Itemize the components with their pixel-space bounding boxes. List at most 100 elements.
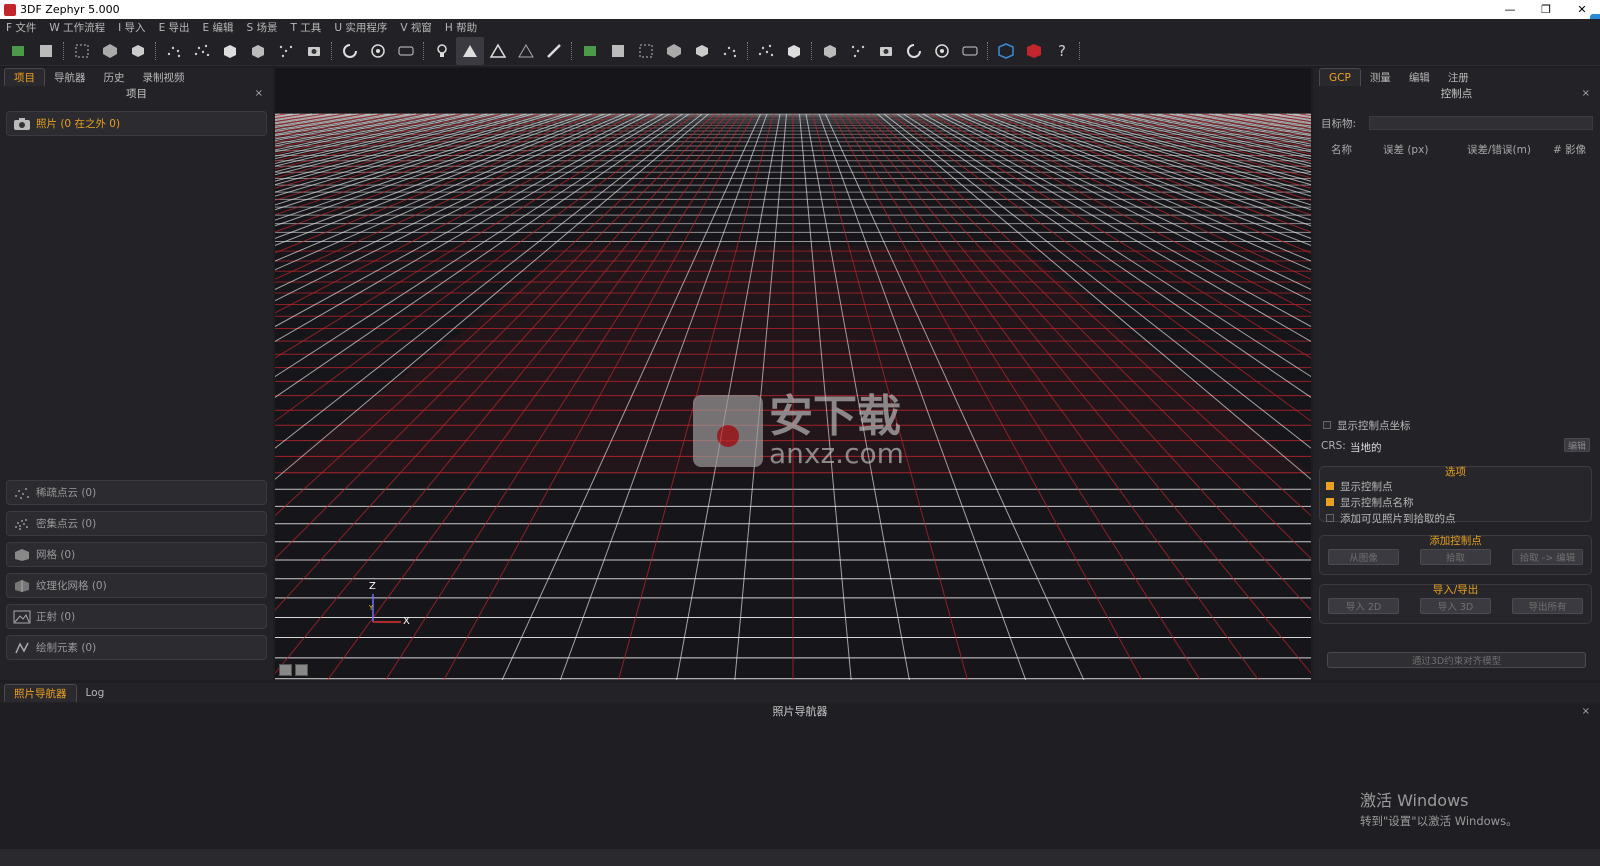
tab-project[interactable]: 项目 bbox=[4, 68, 45, 86]
selection-icon[interactable] bbox=[576, 37, 604, 65]
points-icon[interactable] bbox=[604, 37, 632, 65]
redo-icon[interactable] bbox=[780, 37, 808, 65]
camera-icon bbox=[13, 116, 31, 132]
points-edit-icon[interactable] bbox=[272, 37, 300, 65]
3d-viewport[interactable]: Z Y X 安下载 anxz.com bbox=[275, 68, 1311, 680]
rotate-icon[interactable] bbox=[336, 37, 364, 65]
close-icon[interactable]: × bbox=[1582, 86, 1590, 102]
points-alt-icon[interactable] bbox=[632, 37, 660, 65]
sparse-cloud-item[interactable]: 稀疏点云 (0) bbox=[6, 480, 267, 505]
menu-file[interactable]: F 文件 bbox=[6, 20, 36, 35]
mesh-icon[interactable] bbox=[96, 37, 124, 65]
mesh-icon bbox=[13, 547, 31, 563]
tab-photo-navigator[interactable]: 照片导航器 bbox=[4, 684, 77, 702]
triangle-icon[interactable] bbox=[456, 36, 484, 65]
crs-label: CRS: bbox=[1321, 440, 1346, 452]
mesh-item[interactable]: 网格 (0) bbox=[6, 542, 267, 567]
menu-tools[interactable]: T 工具 bbox=[291, 20, 322, 35]
tab-record-video[interactable]: 录制视频 bbox=[134, 68, 194, 86]
new-project-icon[interactable] bbox=[4, 37, 32, 65]
bottom-tabs: 照片导航器 Log bbox=[0, 683, 1600, 703]
textured-mesh-item[interactable]: 纹理化网格 (0) bbox=[6, 573, 267, 598]
viewport-option-button-2[interactable] bbox=[295, 664, 308, 676]
help-icon[interactable]: ? bbox=[1048, 37, 1076, 65]
align-by-3d-constraints-button[interactable]: 通过3D约束对齐模型 bbox=[1327, 652, 1586, 668]
project-panel: 项目 导航器 历史 录制视频 项目 × 照片 (0 在之外 0) 稀疏点云 (0… bbox=[0, 68, 273, 680]
import-2d-button[interactable]: 导入 2D bbox=[1328, 598, 1399, 614]
restore-button[interactable]: ❐ bbox=[1528, 0, 1564, 19]
bounding-icon[interactable] bbox=[816, 37, 844, 65]
minimize-button[interactable]: — bbox=[1492, 0, 1528, 19]
measure-icon[interactable] bbox=[928, 37, 956, 65]
viewport-option-button[interactable] bbox=[279, 664, 292, 676]
brush-icon[interactable] bbox=[540, 37, 568, 65]
textured-mesh-icon[interactable] bbox=[244, 37, 272, 65]
axis-x-label: X bbox=[403, 616, 410, 627]
checkbox-icon bbox=[1323, 421, 1331, 429]
ortho-item[interactable]: 正射 (0) bbox=[6, 604, 267, 629]
sparse-points-icon[interactable] bbox=[160, 37, 188, 65]
options-group: 选项 显示控制点 显示控制点名称 添加可见照片到拾取的点 bbox=[1319, 466, 1592, 525]
add-visible-photos-checkbox[interactable]: 添加可见照片到拾取的点 bbox=[1320, 510, 1591, 526]
dense-cloud-item[interactable]: 密集点云 (0) bbox=[6, 511, 267, 536]
dense-points-icon[interactable] bbox=[188, 37, 216, 65]
select-rect-icon[interactable] bbox=[68, 37, 96, 65]
close-icon[interactable]: × bbox=[255, 86, 263, 102]
shield-cube-icon[interactable] bbox=[1020, 37, 1048, 65]
pick-button[interactable]: 拾取 bbox=[1420, 549, 1491, 565]
cube-icon[interactable] bbox=[124, 37, 152, 65]
show-gcp-names-checkbox[interactable]: 显示控制点名称 bbox=[1320, 494, 1591, 510]
menu-view[interactable]: V 视窗 bbox=[400, 20, 432, 35]
from-image-button[interactable]: 从图像 bbox=[1328, 549, 1399, 565]
menu-utilities[interactable]: U 实用程序 bbox=[334, 20, 387, 35]
tab-edit[interactable]: 编辑 bbox=[1400, 68, 1439, 86]
plane-icon[interactable] bbox=[872, 37, 900, 65]
drawing-elements-item[interactable]: 绘制元素 (0) bbox=[6, 635, 267, 660]
pick-edit-button[interactable]: 拾取 -> 编辑 bbox=[1512, 549, 1583, 565]
fill-square-icon[interactable] bbox=[716, 37, 744, 65]
camera-icon[interactable] bbox=[300, 37, 328, 65]
triangle-outline-icon[interactable] bbox=[484, 37, 512, 65]
box-icon[interactable] bbox=[660, 37, 688, 65]
undo-icon[interactable] bbox=[752, 37, 780, 65]
sparse-points-icon bbox=[13, 485, 31, 501]
ruler-icon[interactable] bbox=[900, 37, 928, 65]
title-bar: 3DF Zephyr 5.000 — ❐ ✕ bbox=[0, 0, 1600, 19]
textured-mesh-label: 纹理化网格 (0) bbox=[36, 580, 107, 592]
export-all-button[interactable]: 导出所有 bbox=[1512, 598, 1583, 614]
import-3d-button[interactable]: 导入 3D bbox=[1420, 598, 1491, 614]
orbit-icon[interactable] bbox=[364, 37, 392, 65]
menu-help[interactable]: H 帮助 bbox=[445, 20, 477, 35]
box-alt-icon[interactable] bbox=[688, 37, 716, 65]
solid-mesh-icon[interactable] bbox=[216, 37, 244, 65]
tab-measure[interactable]: 测量 bbox=[1361, 68, 1400, 86]
tab-navigator[interactable]: 导航器 bbox=[45, 68, 95, 86]
show-coords-checkbox[interactable]: 显示控制点坐标 bbox=[1317, 417, 1411, 433]
menu-scene[interactable]: S 场景 bbox=[247, 20, 278, 35]
gcp-panel: GCP 测量 编辑 注册 控制点 × 目标物: 名称 误差 (px) 误差/错误… bbox=[1313, 68, 1600, 680]
show-coords-label: 显示控制点坐标 bbox=[1337, 419, 1411, 432]
tab-log[interactable]: Log bbox=[77, 684, 114, 702]
menu-edit[interactable]: E 编辑 bbox=[203, 20, 234, 35]
toolbar-separator bbox=[155, 41, 157, 60]
ortho-icon[interactable] bbox=[392, 37, 420, 65]
tab-history[interactable]: 历史 bbox=[95, 68, 134, 86]
toolbar-separator bbox=[747, 41, 749, 60]
target-select[interactable] bbox=[1369, 116, 1593, 130]
circle-icon[interactable] bbox=[844, 37, 872, 65]
triangle-wire-icon[interactable] bbox=[512, 37, 540, 65]
show-gcp-checkbox[interactable]: 显示控制点 bbox=[1320, 478, 1591, 494]
crs-edit-button[interactable]: 编辑 bbox=[1564, 438, 1590, 452]
save-icon[interactable] bbox=[32, 37, 60, 65]
light-icon[interactable] bbox=[428, 37, 456, 65]
photos-item[interactable]: 照片 (0 在之外 0) bbox=[6, 111, 267, 136]
close-icon[interactable]: × bbox=[1582, 703, 1590, 721]
tab-gcp[interactable]: GCP bbox=[1319, 68, 1361, 86]
menu-import[interactable]: I 导入 bbox=[118, 20, 145, 35]
toolbar-separator bbox=[571, 41, 573, 60]
tab-register[interactable]: 注册 bbox=[1439, 68, 1478, 86]
menu-workflow[interactable]: W 工作流程 bbox=[49, 20, 105, 35]
menu-export[interactable]: E 导出 bbox=[159, 20, 190, 35]
package-icon[interactable] bbox=[992, 37, 1020, 65]
tools-icon[interactable] bbox=[956, 37, 984, 65]
